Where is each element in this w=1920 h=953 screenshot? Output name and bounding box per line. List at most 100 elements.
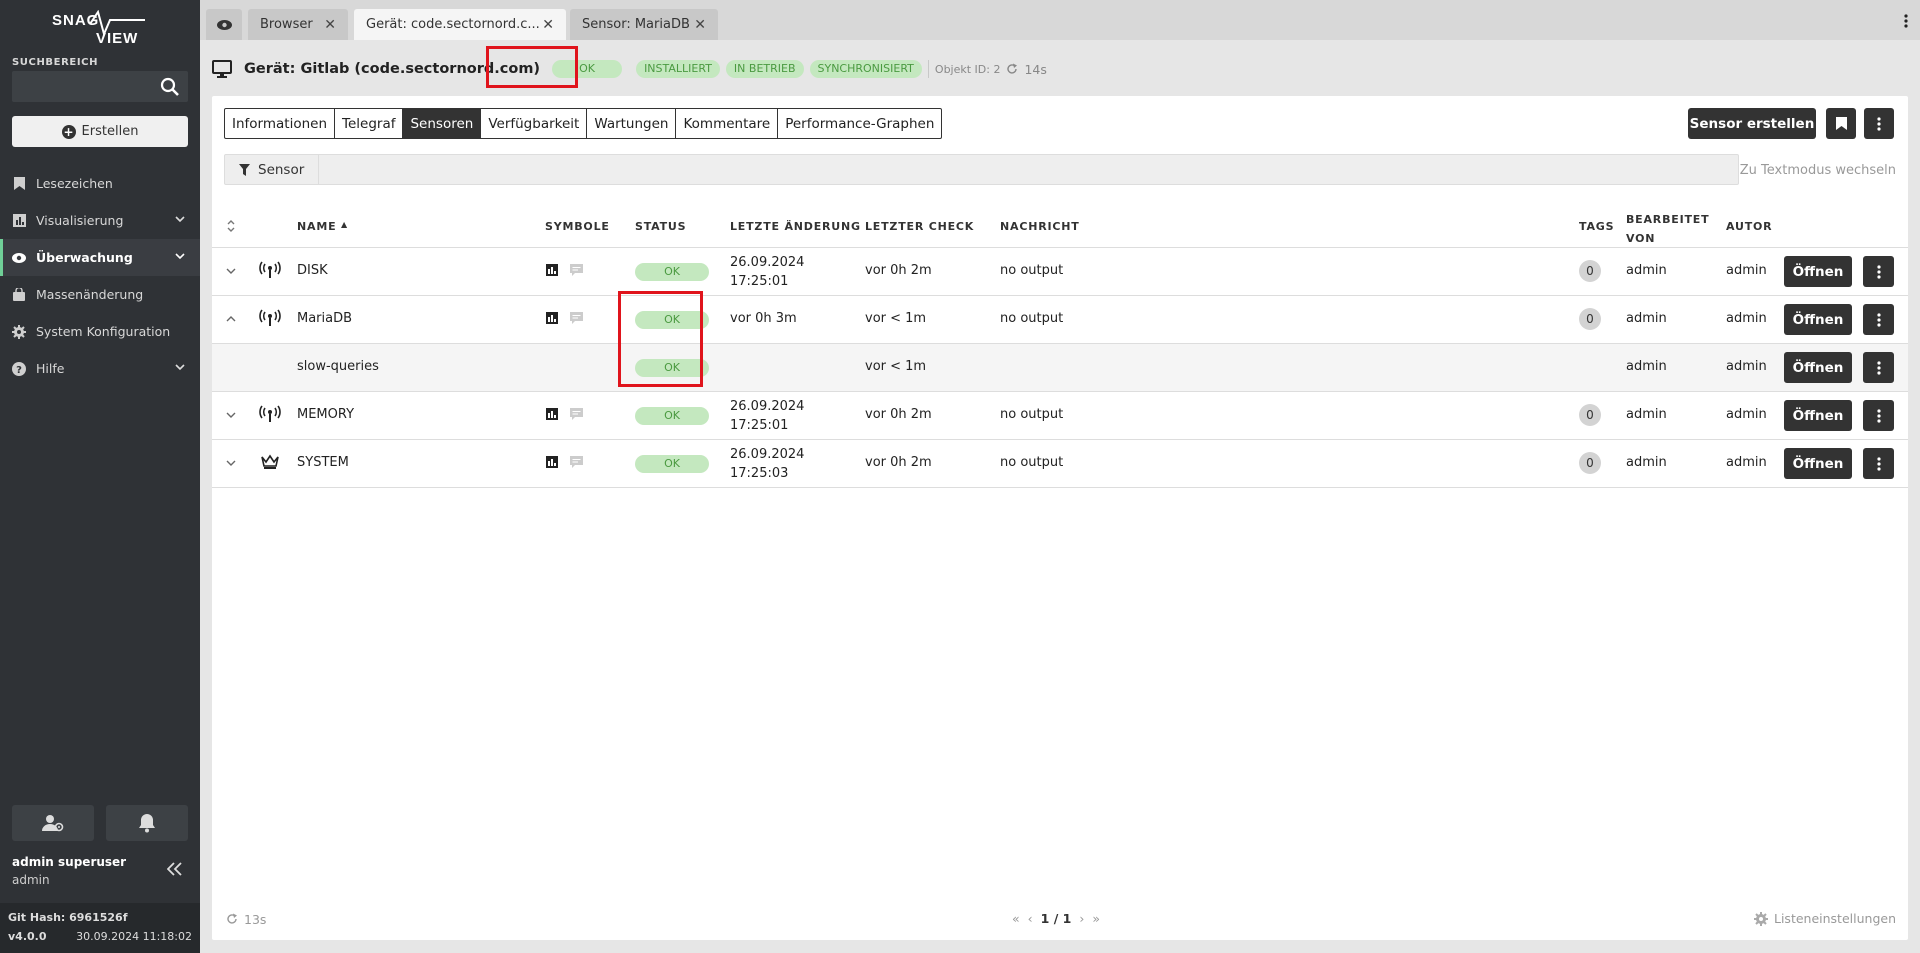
pagination: « ‹ 1 / 1 › » [1012,911,1100,926]
last-change: 26.09.2024 17:25:01 [730,397,804,435]
last-page-icon[interactable]: » [1092,911,1100,926]
snagview-logo[interactable]: SNAG VIEW [50,10,150,46]
column-last-change[interactable]: LETZTE ÄNDERUNG [730,220,861,233]
tab-device[interactable]: Gerät: code.sectornord.c... ✕ [354,9,566,40]
column-last-check[interactable]: LETZTER CHECK [865,220,974,233]
sidebar-item-bookmarks[interactable]: Lesezeichen [0,165,200,202]
column-message[interactable]: NACHRICHT [1000,220,1080,233]
sort-toggle-icon[interactable] [226,219,236,233]
tab-sensor[interactable]: Sensor: MariaDB ✕ [570,9,718,40]
last-change-date: 26.09.2024 [730,447,805,462]
open-button[interactable]: Öffnen [1784,400,1852,431]
status-badge: OK [635,263,709,281]
comment-icon[interactable] [570,408,583,420]
refresh-icon[interactable] [1006,63,1018,75]
notifications-button[interactable] [106,805,188,841]
table-row: MEMORY OK 26.09.2024 17:25:01 vor 0h 2m n… [212,392,1908,440]
comment-icon[interactable] [570,312,583,324]
open-button[interactable]: Öffnen [1784,448,1852,479]
bookmark-button[interactable] [1826,108,1856,139]
filter-sensor-chip[interactable]: Sensor [225,155,319,184]
chevron-down-icon[interactable] [175,362,185,372]
column-edited-by-line1: BEARBEITET [1626,213,1710,226]
close-icon[interactable]: ✕ [324,17,336,33]
comment-icon[interactable] [570,456,583,468]
sidebar-item-help[interactable]: ? Hilfe [0,350,200,387]
list-settings-link[interactable]: Listeneinstellungen [1754,911,1896,926]
sensor-name[interactable]: DISK [297,263,328,278]
in-operation-badge: IN BETRIEB [725,60,804,78]
sensor-name[interactable]: MariaDB [297,311,352,326]
row-options-button[interactable] [1863,352,1894,383]
column-name[interactable]: NAME ▲ [297,220,348,233]
create-button[interactable]: + Erstellen [12,116,188,147]
sensor-name[interactable]: MEMORY [297,407,354,422]
tab-maintenance[interactable]: Wartungen [587,109,677,138]
chevron-down-icon[interactable] [226,411,236,419]
refresh-icon[interactable] [226,913,238,925]
last-change: vor 0h 3m [730,311,797,326]
sidebar-search-input[interactable] [12,71,188,102]
more-options-button[interactable] [1864,108,1894,139]
monitor-icon [212,60,232,78]
sidebar-item-monitoring[interactable]: Überwachung [0,239,200,276]
sensor-name[interactable]: slow-queries [297,359,379,374]
collapse-sidebar-icon[interactable] [167,862,183,876]
last-check: vor 0h 2m [865,263,932,278]
sensor-name[interactable]: SYSTEM [297,455,349,470]
list-settings-label: Listeneinstellungen [1774,911,1896,926]
open-button[interactable]: Öffnen [1784,304,1852,335]
graph-icon[interactable] [546,264,558,276]
open-button[interactable]: Öffnen [1784,256,1852,287]
gear-icon [12,324,26,339]
tab-overview[interactable] [206,9,242,40]
logo-bottom-text: VIEW [96,30,138,46]
chevron-down-icon[interactable] [175,251,185,261]
sidebar-item-label: Massenänderung [36,287,144,302]
row-options-button[interactable] [1863,256,1894,287]
tab-availability[interactable]: Verfügbarkeit [481,109,588,138]
tab-performance-graphs[interactable]: Performance-Graphen [778,109,941,138]
edited-by: admin [1626,455,1667,470]
chevron-down-icon[interactable] [226,267,236,275]
sidebar-item-visualization[interactable]: Visualisierung [0,202,200,239]
prev-page-icon[interactable]: ‹ [1028,911,1033,926]
more-options-icon[interactable] [1904,14,1908,28]
filter-bar[interactable]: Sensor [224,154,1739,185]
graph-icon[interactable] [546,408,558,420]
open-button[interactable]: Öffnen [1784,352,1852,383]
close-icon[interactable]: ✕ [542,17,554,33]
row-options-button[interactable] [1863,448,1894,479]
tab-telegraf[interactable]: Telegraf [335,109,404,138]
svg-text:?: ? [16,365,22,376]
chevron-down-icon[interactable] [226,459,236,467]
switch-text-mode-link[interactable]: Zu Textmodus wechseln [1740,163,1896,178]
comment-icon[interactable] [570,264,583,276]
tab-comments[interactable]: Kommentare [676,109,779,138]
row-options-button[interactable] [1863,304,1894,335]
close-icon[interactable]: ✕ [694,17,706,33]
create-sensor-button[interactable]: Sensor erstellen [1688,108,1816,139]
row-options-button[interactable] [1863,400,1894,431]
search-icon[interactable] [160,77,180,97]
sub-tabs: Informationen Telegraf Sensoren Verfügba… [224,108,943,139]
column-author[interactable]: AUTOR [1726,220,1772,233]
column-status[interactable]: STATUS [635,220,686,233]
eye-icon [12,251,26,265]
graph-icon[interactable] [546,456,558,468]
tab-browser[interactable]: Browser ✕ [248,9,348,40]
graph-icon[interactable] [546,312,558,324]
last-change-date: 26.09.2024 [730,399,805,414]
user-settings-button[interactable] [12,805,94,841]
sidebar-item-system-config[interactable]: System Konfiguration [0,313,200,350]
search-area-label: SUCHBEREICH [12,57,99,68]
chevron-up-icon[interactable] [226,315,236,323]
tab-sensors[interactable]: Sensoren [403,109,482,138]
tab-information[interactable]: Informationen [225,109,336,138]
column-edited-by[interactable]: BEARBEITET VON [1626,210,1709,248]
next-page-icon[interactable]: › [1079,911,1084,926]
last-check: vor < 1m [865,359,927,374]
sidebar-item-bulk-change[interactable]: Massenänderung [0,276,200,313]
chevron-down-icon[interactable] [175,214,185,224]
first-page-icon[interactable]: « [1012,911,1020,926]
